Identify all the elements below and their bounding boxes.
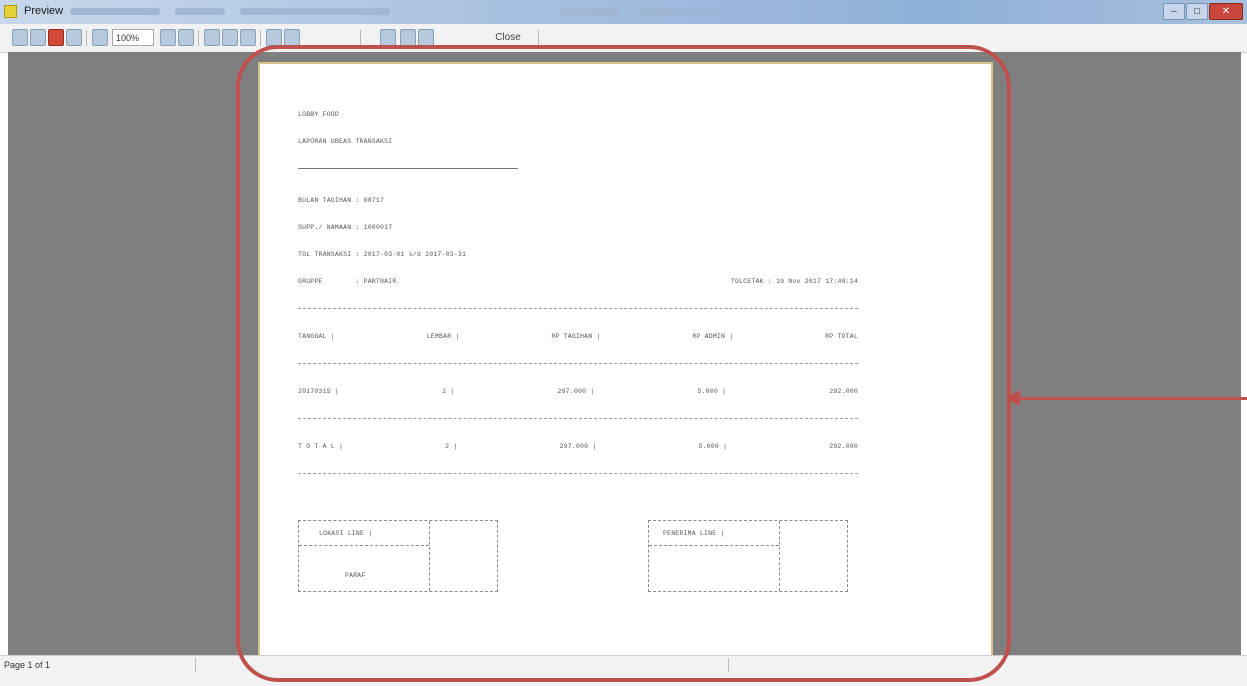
meta-row: GRUPPE : PARTNAIR TGLCETAK : 10 Nov 2017… <box>298 277 858 286</box>
page-indicator: Page 1 of 1 <box>4 660 51 670</box>
two-pages-icon[interactable] <box>222 29 238 46</box>
last-page-icon[interactable] <box>418 29 434 46</box>
zoom-in-icon[interactable] <box>160 29 176 46</box>
total-cell: 297.000 | <box>559 443 597 450</box>
maximize-button[interactable]: □ <box>1186 3 1208 20</box>
box-divider <box>649 545 779 546</box>
title-blur <box>560 8 620 15</box>
toolbar-separator <box>538 30 539 46</box>
status-separator <box>728 658 729 672</box>
signature-box-right: PENERIMA LINE | <box>648 520 848 592</box>
divider <box>298 418 858 419</box>
close-window-button[interactable]: ✕ <box>1209 3 1243 20</box>
rotate-icon[interactable] <box>380 29 396 46</box>
toolbar-separator <box>198 30 199 46</box>
table-row: 20170315 | 2 | 297.000 | 5.000 | 292.000 <box>298 387 858 396</box>
table-cell: 2 | <box>442 388 455 395</box>
window-title-bar: Preview – □ ✕ <box>0 0 1247 24</box>
box-divider <box>299 545 429 546</box>
total-cell: T O T A L | <box>298 443 344 450</box>
table-cell: 297.000 | <box>557 388 595 395</box>
zoom-icon[interactable] <box>92 29 108 46</box>
table-cell: 5.000 | <box>697 388 727 395</box>
column-header: RP ADMIN | <box>692 333 734 340</box>
meta-line: BULAN TAGIHAN : 08717 <box>298 197 385 204</box>
report-page: LOBBY FOOD LAPORAN UBEAS TRANSAKSI BULAN… <box>258 62 993 655</box>
signature-area: LOKASI LINE | PARAF PENERIMA LINE | <box>298 520 858 600</box>
prev-page-icon[interactable] <box>284 29 300 46</box>
report-title: LAPORAN UBEAS TRANSAKSI <box>298 138 393 145</box>
print-setup-icon[interactable] <box>12 29 28 46</box>
table-header: TANGGAL | LEMBAR | RP TAGIHAN | RP ADMIN… <box>298 332 858 341</box>
preview-toolbar: 100% Close <box>0 24 1247 53</box>
divider <box>298 473 858 474</box>
signature-box-left: LOKASI LINE | PARAF <box>298 520 498 592</box>
annotation-arrow-line <box>1018 397 1247 400</box>
zoom-select[interactable]: 100% <box>112 29 154 46</box>
table-cell: 20170315 | <box>298 388 340 395</box>
box-divider <box>429 521 430 591</box>
title-blur <box>175 8 225 15</box>
title-blur <box>240 8 390 15</box>
column-header: RP TAGIHAN | <box>551 333 601 340</box>
multi-page-icon[interactable] <box>240 29 256 46</box>
save-icon[interactable] <box>30 29 46 46</box>
window-controls: – □ ✕ <box>1163 3 1243 20</box>
meta-line: TGL TRANSAKSI : 2017-03-01 s/d 2017-03-3… <box>298 251 467 258</box>
toolbar-separator <box>260 30 261 46</box>
toolbar-separator <box>86 30 87 46</box>
toolbar-separator <box>360 30 361 46</box>
meta-line: GRUPPE : PARTNAIR <box>298 278 397 285</box>
signature-right-label: PENERIMA LINE | <box>663 530 725 537</box>
signature-left-label: LOKASI LINE | <box>319 530 373 537</box>
table-cell: 292.000 <box>829 388 858 395</box>
divider <box>298 363 858 364</box>
status-bar: Page 1 of 1 <box>0 655 1247 686</box>
total-cell: 292.000 <box>829 443 858 450</box>
column-header: RP TOTAL <box>825 333 858 340</box>
close-preview-button[interactable]: Close <box>488 29 528 46</box>
window-title: Preview <box>24 5 64 17</box>
preview-viewport[interactable]: LOBBY FOOD LAPORAN UBEAS TRANSAKSI BULAN… <box>8 52 1241 655</box>
title-blur <box>70 8 160 15</box>
report-company: LOBBY FOOD <box>298 111 340 118</box>
total-cell: 5.000 | <box>698 443 728 450</box>
column-header: LEMBAR | <box>426 333 460 340</box>
report-content: LOBBY FOOD LAPORAN UBEAS TRANSAKSI BULAN… <box>298 92 858 618</box>
column-header: TANGGAL | <box>298 333 335 340</box>
total-row: T O T A L | 2 | 297.000 | 5.000 | 292.00… <box>298 442 858 451</box>
total-cell: 2 | <box>445 443 458 450</box>
title-blur <box>640 8 720 15</box>
page-width-icon[interactable] <box>178 29 194 46</box>
minimize-button[interactable]: – <box>1163 3 1185 20</box>
meta-line: SUPP./ NAMAAN : 1000017 <box>298 224 393 231</box>
find-icon[interactable] <box>66 29 82 46</box>
signature-left-sub: PARAF <box>345 572 366 579</box>
first-page-icon[interactable] <box>266 29 282 46</box>
status-separator <box>195 658 196 672</box>
app-icon <box>4 5 17 18</box>
print-date: TGLCETAK : 10 Nov 2017 17:48:14 <box>730 278 858 285</box>
pdf-export-icon[interactable] <box>48 29 64 46</box>
title-underline <box>298 168 518 169</box>
single-page-icon[interactable] <box>204 29 220 46</box>
annotation-arrow-head <box>1006 390 1020 406</box>
box-divider <box>779 521 780 591</box>
next-page-icon[interactable] <box>400 29 416 46</box>
divider <box>298 308 858 309</box>
